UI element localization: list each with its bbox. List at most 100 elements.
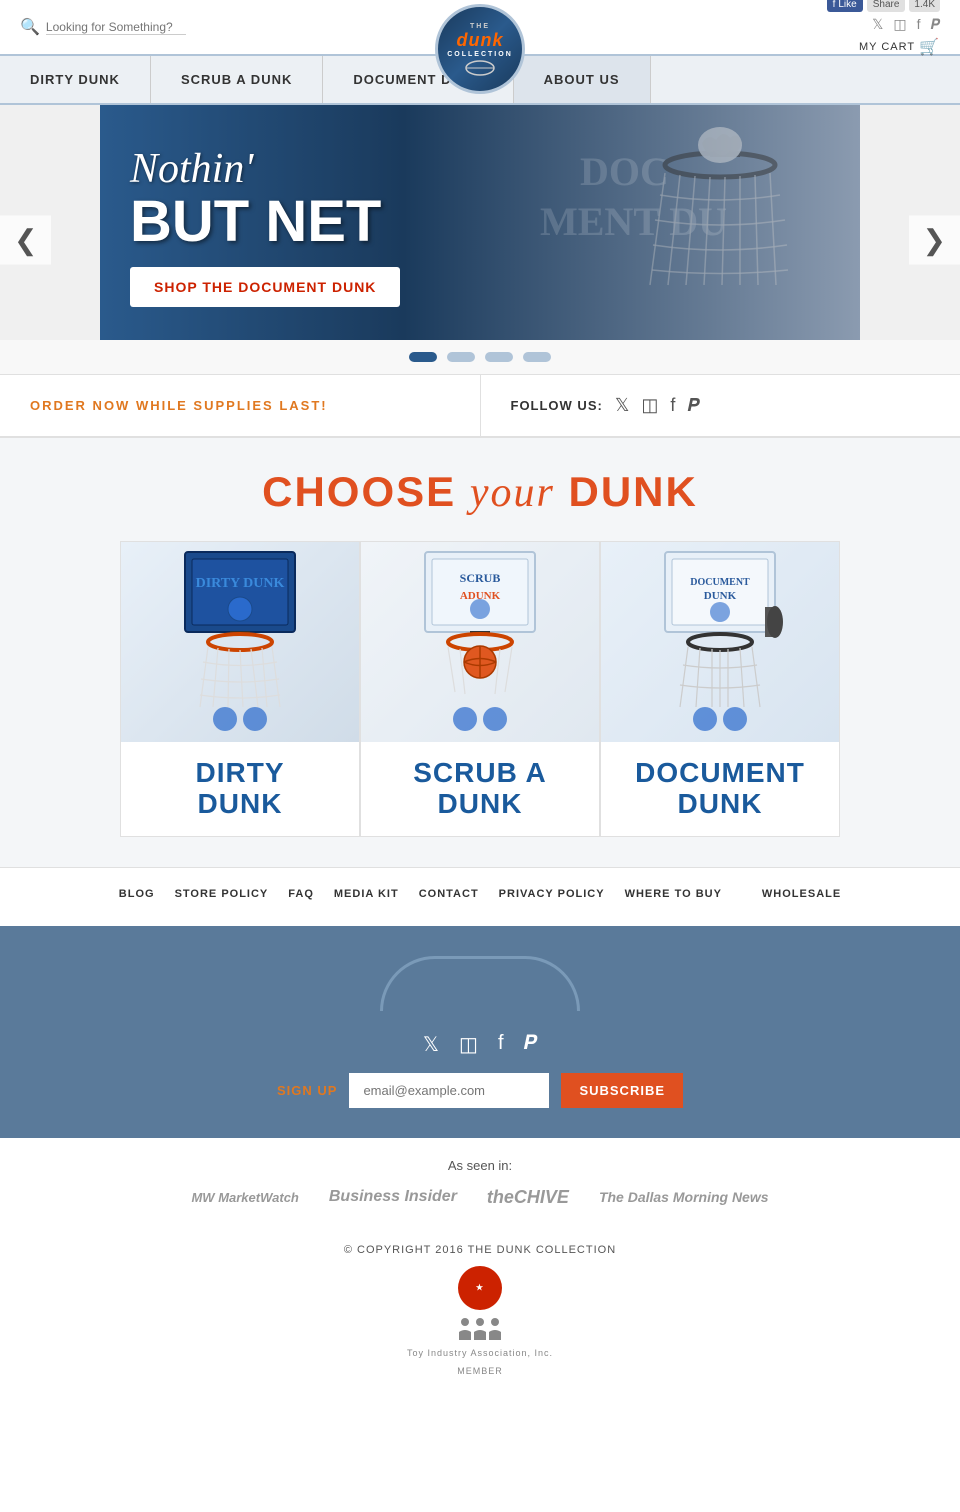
svg-text:DOCUMENT: DOCUMENT — [690, 577, 750, 588]
products-grid: DIRTY DUNK ® — [20, 541, 940, 837]
toy-association-text: Toy Industry Association, Inc. — [407, 1348, 553, 1358]
svg-text:DUNK: DUNK — [704, 590, 737, 602]
follow-facebook-icon[interactable]: f — [670, 395, 675, 416]
fb-count-badge: 1.4K — [909, 0, 940, 12]
footer-arc-area — [20, 956, 940, 1016]
search-input[interactable] — [46, 20, 186, 35]
footer-link-store-policy[interactable]: STORE POLICY — [175, 888, 269, 906]
signup-row: SIGN UP SUBSCRIBE — [277, 1073, 683, 1108]
footer-facebook-icon[interactable]: f — [498, 1032, 504, 1057]
slider-dot-3[interactable] — [485, 352, 513, 362]
svg-text:DOC: DOC — [580, 149, 669, 194]
follow-icons: 𝕏 ◫ f 𝑷 — [615, 395, 700, 416]
slider-dot-4[interactable] — [523, 352, 551, 362]
footer-link-contact[interactable]: CONTACT — [419, 888, 479, 906]
hero-slider: ❮ DOC MENT DU Nothi — [0, 105, 960, 374]
toy-logo: ★ — [458, 1266, 502, 1310]
slider-next-button[interactable]: ❯ — [909, 215, 960, 264]
choose-bold-2: DUNK — [569, 468, 698, 515]
signup-label: SIGN UP — [277, 1083, 337, 1098]
order-text: ORDER NOW WHILE SUPPLIES LAST! — [30, 398, 328, 413]
follow-instagram-icon[interactable]: ◫ — [641, 395, 658, 416]
press-logo-dallas: The Dallas Morning News — [599, 1189, 769, 1205]
instagram-icon[interactable]: ◫ — [893, 16, 906, 33]
follow-label: FOLLOW US: — [511, 398, 603, 413]
document-dunk-name-area: DOCUMENTDUNK — [627, 742, 813, 836]
product-card-scrub-a-dunk[interactable]: SCRUB ADUNK — [360, 541, 600, 837]
scrub-a-dunk-name-area: SCRUB ADUNK — [405, 742, 555, 836]
choose-title: CHOOSE your DUNK — [20, 468, 940, 517]
document-dunk-image: DOCUMENT DUNK — [601, 542, 839, 742]
footer-link-media-kit[interactable]: MEDIA KIT — [334, 888, 399, 906]
footer-instagram-icon[interactable]: ◫ — [459, 1032, 478, 1057]
dirty-dunk-image: DIRTY DUNK ® — [121, 542, 359, 742]
toy-people-icon — [455, 1316, 505, 1340]
choose-italic: your — [470, 470, 555, 516]
nav-item-about-us[interactable]: ABOUT US — [514, 56, 651, 103]
social-icons-top: 𝕏 ◫ f 𝑷 — [872, 16, 940, 33]
press-logo-thechive: theCHIVE — [487, 1187, 569, 1208]
product-card-dirty-dunk[interactable]: DIRTY DUNK ® — [120, 541, 360, 837]
site-logo[interactable]: THE dunk COLLECTION — [435, 4, 525, 94]
fb-icon: f — [833, 0, 836, 10]
copyright-area: © COPYRIGHT 2016 THE DUNK COLLECTION ★ T… — [0, 1228, 960, 1392]
slider-dot-1[interactable] — [409, 352, 437, 362]
document-dunk-name: DOCUMENTDUNK — [635, 758, 805, 820]
follow-pinterest-icon[interactable]: 𝑷 — [687, 395, 699, 416]
hero-tagline-italic: Nothin' — [130, 145, 400, 193]
fb-like-button[interactable]: f Like — [827, 0, 863, 12]
svg-text:MENT DU: MENT DU — [540, 199, 727, 244]
search-icon[interactable]: 🔍 — [20, 17, 40, 37]
footer-social-icons: 𝕏 ◫ f 𝑷 — [423, 1032, 537, 1057]
toy-member-text: MEMBER — [457, 1366, 503, 1376]
pinterest-icon[interactable]: 𝑷 — [931, 16, 940, 33]
hero-tagline-bold: BUT NET — [130, 193, 400, 251]
order-follow-bar: ORDER NOW WHILE SUPPLIES LAST! FOLLOW US… — [0, 374, 960, 438]
cart-label: MY CART — [859, 41, 915, 53]
footer-arc — [380, 956, 580, 1011]
order-section: ORDER NOW WHILE SUPPLIES LAST! — [0, 375, 481, 436]
scrub-a-dunk-image: SCRUB ADUNK — [361, 542, 599, 742]
hero-bg-svg: DOC MENT DU — [480, 105, 860, 340]
email-input[interactable] — [349, 1073, 549, 1108]
footer-links: BLOG STORE POLICY FAQ MEDIA KIT CONTACT … — [0, 867, 960, 926]
footer-pinterest-icon[interactable]: 𝑷 — [524, 1032, 538, 1057]
nav-item-scrub-a-dunk[interactable]: SCRUB A DUNK — [151, 56, 323, 103]
slider-prev-button[interactable]: ❮ — [0, 215, 51, 264]
nav-item-dirty-dunk[interactable]: DIRTY DUNK — [0, 56, 151, 103]
fb-share-button[interactable]: Share — [867, 0, 906, 12]
follow-twitter-icon[interactable]: 𝕏 — [615, 395, 630, 416]
as-seen-label: As seen in: — [20, 1158, 940, 1173]
fb-area: f Like Share 1.4K — [827, 0, 940, 12]
top-bar: 🔍 THE dunk COLLECTION f Like Share 1.4K — [0, 0, 960, 56]
cart-icon: 🛒 — [919, 37, 940, 57]
product-card-document-dunk[interactable]: DOCUMENT DUNK — [600, 541, 840, 837]
press-logo-marketwatch: MW MarketWatch — [191, 1190, 298, 1205]
document-dunk-svg: DOCUMENT DUNK — [650, 547, 790, 737]
footer-link-where-to-buy[interactable]: WHERE TO BUY — [625, 888, 722, 906]
press-logo-business-insider: Business Insider — [329, 1188, 457, 1206]
choose-section: CHOOSE your DUNK DIRTY DUNK ® — [0, 438, 960, 867]
subscribe-button[interactable]: SUBSCRIBE — [561, 1073, 683, 1108]
hero-image: DOC MENT DU Nothin' BUT NET — [100, 105, 860, 340]
footer-twitter-icon[interactable]: 𝕏 — [423, 1032, 439, 1057]
footer-link-blog[interactable]: BLOG — [119, 888, 155, 906]
hero-cta-button[interactable]: SHOP THE DOCUMENT DUNK — [130, 267, 400, 307]
toy-text: Toy Industry Association, Inc. MEMBER — [407, 1316, 553, 1376]
search-area: 🔍 — [20, 17, 186, 37]
footer-link-privacy-policy[interactable]: PRIVACY POLICY — [499, 888, 605, 906]
cart-area[interactable]: MY CART 🛒 — [859, 37, 940, 57]
slider-dot-2[interactable] — [447, 352, 475, 362]
facebook-icon[interactable]: f — [917, 16, 921, 33]
press-logos: MW MarketWatch Business Insider theCHIVE… — [20, 1187, 940, 1208]
copyright-text: © COPYRIGHT 2016 THE DUNK COLLECTION — [344, 1244, 616, 1256]
scrub-a-dunk-name: SCRUB ADUNK — [413, 758, 547, 820]
slider-dots — [0, 340, 960, 374]
dirty-dunk-name-area: DIRTYDUNK — [188, 742, 293, 836]
twitter-icon[interactable]: 𝕏 — [872, 16, 883, 33]
footer-link-faq[interactable]: FAQ — [288, 888, 314, 906]
choose-bold-1: CHOOSE — [262, 468, 456, 515]
follow-section: FOLLOW US: 𝕏 ◫ f 𝑷 — [481, 375, 960, 436]
logo-area[interactable]: THE dunk COLLECTION — [435, 4, 525, 94]
footer-link-wholesale[interactable]: WHOLESALE — [762, 888, 841, 906]
